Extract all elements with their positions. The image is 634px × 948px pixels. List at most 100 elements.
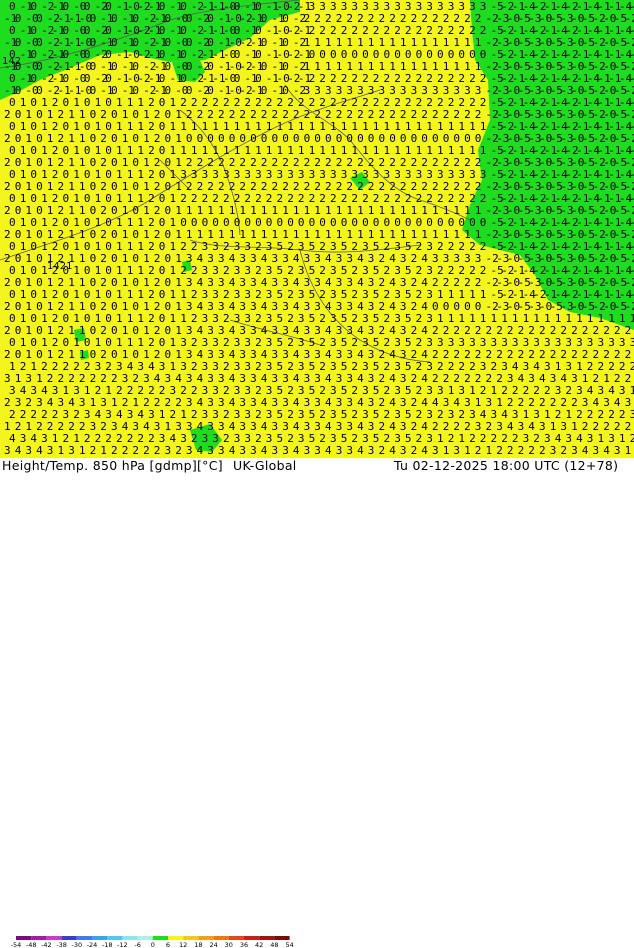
grid-value: 4 bbox=[261, 444, 268, 457]
colorbar-tick-label: 54 bbox=[285, 941, 293, 948]
grid-value: 4 bbox=[389, 444, 396, 457]
grid-value: 1 bbox=[464, 444, 471, 457]
colorbar-tick-label: 30 bbox=[225, 941, 233, 948]
grid-value: 3 bbox=[47, 444, 54, 457]
grid-value: 3 bbox=[272, 444, 279, 457]
grid-value: 4 bbox=[36, 444, 43, 457]
grid-value: 3 bbox=[68, 444, 75, 457]
grid-value: 3 bbox=[314, 444, 321, 457]
grid-value: 3 bbox=[346, 444, 353, 457]
grid-value: 2 bbox=[411, 444, 418, 457]
grid-value: 3 bbox=[550, 444, 557, 457]
grid-value: 3 bbox=[25, 444, 32, 457]
grid-value: 1 bbox=[58, 444, 65, 457]
colorbar-tick-label: 48 bbox=[270, 941, 278, 948]
grid-value: 4 bbox=[421, 444, 428, 457]
colorbar-segment bbox=[16, 936, 32, 940]
grid-value: 2 bbox=[122, 444, 129, 457]
grid-value: 4 bbox=[603, 444, 610, 457]
colorbar-tick-label: 12 bbox=[179, 941, 187, 948]
colorbar-segment bbox=[137, 936, 153, 940]
grid-value: 2 bbox=[111, 444, 118, 457]
grid-value: 3 bbox=[368, 444, 375, 457]
colorbar-tick-label: 36 bbox=[240, 941, 248, 948]
colorbar-segment bbox=[213, 936, 229, 940]
colorbar-tick-label: -48 bbox=[26, 941, 37, 948]
colorbar-segment bbox=[107, 936, 123, 940]
colorbar-segment bbox=[61, 936, 77, 940]
grid-value: 2 bbox=[539, 444, 546, 457]
colorbar-tick-label: -6 bbox=[134, 941, 140, 948]
grid-value: 3 bbox=[207, 444, 214, 457]
colorbar-segment bbox=[46, 936, 62, 940]
grid-value: 4 bbox=[229, 444, 236, 457]
grid-value: 3 bbox=[282, 444, 289, 457]
colorbar-segment bbox=[152, 936, 168, 940]
colorbar-segment bbox=[92, 936, 108, 940]
grid-value: 3 bbox=[400, 444, 407, 457]
map-canvas: 0 -10 -2-10 -00 -20 -1-0-2-10 -10 -2-1-1-00 -10-… bbox=[0, 0, 634, 458]
grid-value: 2 bbox=[154, 444, 161, 457]
colorbar-segment bbox=[259, 936, 275, 940]
valid-datetime: Tu 02-12-2025 18:00 UTC (12+78) bbox=[394, 458, 619, 473]
colorbar-tick-label: -54 bbox=[11, 941, 22, 948]
grid-value: 3 bbox=[614, 444, 621, 457]
model-name: UK-Global bbox=[233, 458, 297, 473]
grid-value: 2 bbox=[528, 444, 535, 457]
grid-value: 1 bbox=[443, 444, 450, 457]
grid-value: 3 bbox=[571, 444, 578, 457]
map-title: Height/Temp. 850 hPa [gdmp][°C] bbox=[2, 458, 223, 473]
grid-value: 2 bbox=[475, 444, 482, 457]
colorbar-tick-label: -18 bbox=[102, 941, 113, 948]
colorbar-segment bbox=[122, 936, 138, 940]
grid-value: 2 bbox=[90, 444, 97, 457]
grid-value: 4 bbox=[293, 444, 300, 457]
grid-value: 2 bbox=[379, 444, 386, 457]
colorbar-tick-label: 6 bbox=[166, 941, 170, 948]
grid-value: 2 bbox=[143, 444, 150, 457]
grid-value: 1 bbox=[100, 444, 107, 457]
colorbar-tick-label: 0 bbox=[151, 941, 155, 948]
grid-value: 1 bbox=[79, 444, 86, 457]
grid-value: 3 bbox=[336, 444, 343, 457]
grid-value: 2 bbox=[175, 444, 182, 457]
colorbar-tick-label: -38 bbox=[56, 941, 67, 948]
place-label-142: 142 bbox=[2, 56, 21, 67]
grid-value: 2 bbox=[132, 444, 139, 457]
colorbar-tick-label: 18 bbox=[194, 941, 202, 948]
grid-value: 3 bbox=[304, 444, 311, 457]
grid-value: 1 bbox=[486, 444, 493, 457]
grid-value: 1 bbox=[625, 444, 632, 457]
grid-value: 2 bbox=[518, 444, 525, 457]
colorbar-segment bbox=[198, 936, 214, 940]
colorbar-segment bbox=[76, 936, 92, 940]
colorbar-tick-label: -24 bbox=[87, 941, 98, 948]
colorbar-segment bbox=[274, 936, 290, 940]
colorbar-segment bbox=[183, 936, 199, 940]
grid-value: 3 bbox=[593, 444, 600, 457]
map-footer: Height/Temp. 850 hPa [gdmp][°C] UK-Globa… bbox=[0, 458, 634, 948]
temperature-map: 0 -1 0 -2 -1 0 -0 0 -2 0 -1 -0 -2 -1 0 -1 0 -2 -1 -1 -0 0 -1 0-… bbox=[0, 0, 634, 458]
colorbar-tick-label: -42 bbox=[41, 941, 52, 948]
grid-value: 4 bbox=[197, 444, 204, 457]
colorbar-segment bbox=[244, 936, 260, 940]
colorbar-tick-label: -30 bbox=[71, 941, 82, 948]
colorbar-segment bbox=[168, 936, 184, 940]
colorbar-segment bbox=[31, 936, 47, 940]
colorbar-segment bbox=[228, 936, 244, 940]
colorbar-tick-label: -12 bbox=[117, 941, 128, 948]
temperature-colorbar: -54 -48 -42 -38 -30 -24 -18 -12 -6 0 6 12 18 24 30 36 42… bbox=[11, 936, 294, 948]
grid-value: 3 bbox=[239, 444, 246, 457]
grid-value: 3 bbox=[4, 444, 11, 457]
grid-value: 4 bbox=[582, 444, 589, 457]
grid-value: 2 bbox=[560, 444, 567, 457]
grid-value: 3 bbox=[432, 444, 439, 457]
grid-value: 3 bbox=[250, 444, 257, 457]
grid-value: 4 bbox=[357, 444, 364, 457]
grid-value: 3 bbox=[165, 444, 172, 457]
grid-value: 3 bbox=[453, 444, 460, 457]
place-label-1421: 1421 bbox=[47, 261, 72, 272]
colorbar-tick-label: 42 bbox=[255, 941, 263, 948]
grid-value: 2 bbox=[507, 444, 514, 457]
grid-value: 4 bbox=[325, 444, 332, 457]
